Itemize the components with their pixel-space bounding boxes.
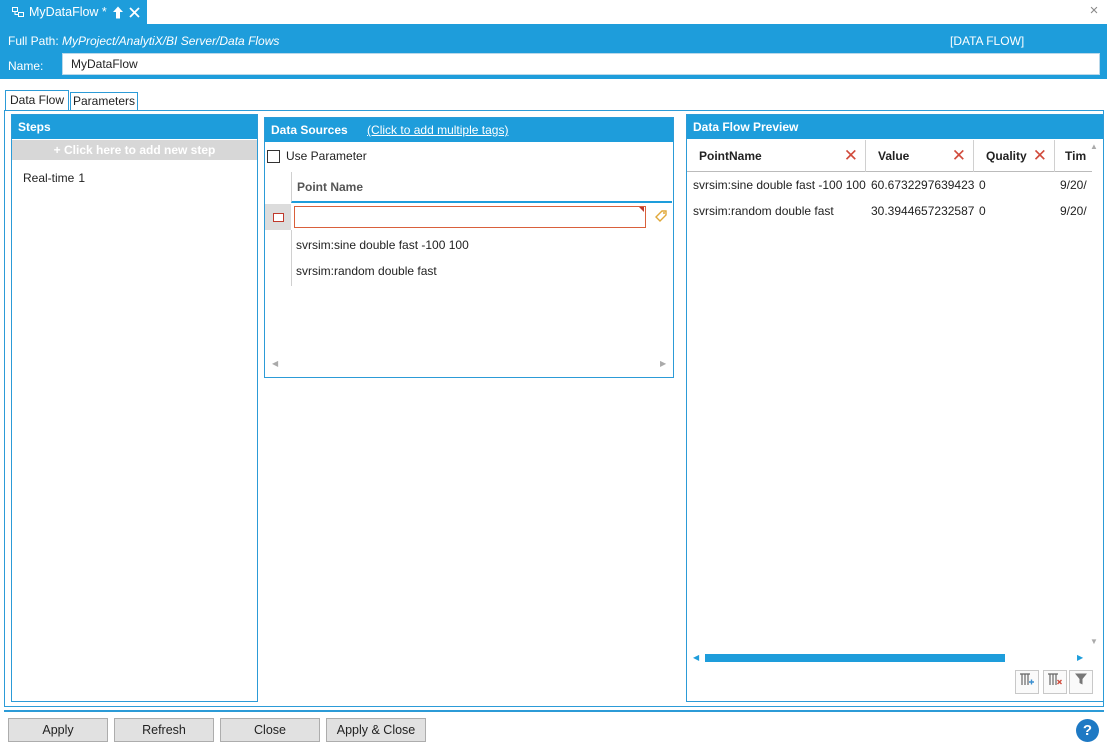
filter-icon — [1075, 673, 1087, 685]
name-label: Name: — [8, 59, 44, 73]
column-header-label: Quality — [986, 149, 1027, 163]
close-icon[interactable] — [129, 6, 140, 18]
type-badge: [DATA FLOW] — [950, 34, 1025, 48]
steps-panel: Steps + Click here to add new step Real-… — [11, 114, 258, 702]
cell-value: 60.6732297639423 — [871, 178, 975, 192]
row-selector-icon[interactable] — [265, 204, 291, 230]
cell-value: 30.3944657232587 — [871, 204, 975, 218]
table-row[interactable]: svrsim:random double fast 30.39446572325… — [687, 198, 1092, 224]
remove-column-icon[interactable]: ✕ — [1033, 140, 1047, 172]
scroll-left-icon[interactable]: ◀ — [693, 653, 699, 662]
cell-time: 9/20/ — [1060, 204, 1087, 218]
steps-title: Steps — [12, 115, 257, 139]
step-count: 1 — [78, 171, 86, 185]
column-header-label: Tim — [1065, 149, 1087, 163]
name-input[interactable] — [62, 53, 1100, 75]
column-header-pointname[interactable]: PointName ✕ — [687, 140, 866, 172]
cell-time: 9/20/ — [1060, 178, 1087, 192]
remove-column-icon[interactable]: ✕ — [844, 140, 858, 172]
tag-browse-icon[interactable] — [654, 209, 668, 223]
apply-close-button[interactable]: Apply & Close — [326, 718, 426, 742]
preview-title: Data Flow Preview — [687, 115, 1103, 139]
remove-column-icon — [1048, 673, 1062, 685]
remove-column-icon[interactable]: ✕ — [952, 140, 966, 172]
remove-column-button[interactable] — [1043, 670, 1067, 694]
point-name-input[interactable] — [294, 206, 646, 228]
point-name-column-header[interactable]: Point Name — [291, 172, 672, 203]
full-path-label: Full Path: — [8, 34, 59, 48]
point-grid: Point Name svrsim:sine double fast -100 … — [265, 172, 673, 352]
data-sources-title: Data Sources — [271, 123, 348, 137]
full-path-value: MyProject/AnalytiX/BI Server/Data Flows — [62, 34, 280, 48]
cell-quality: 0 — [979, 178, 986, 192]
tab-data-flow[interactable]: Data Flow — [5, 90, 69, 111]
footer-divider — [4, 710, 1104, 712]
preview-panel: Data Flow Preview PointName ✕ Value ✕ Qu… — [686, 114, 1104, 702]
cell-quality: 0 — [979, 204, 986, 218]
list-item[interactable]: svrsim:sine double fast -100 100 — [296, 238, 469, 252]
dataflow-icon — [12, 7, 24, 17]
scroll-up-icon[interactable]: ▲ — [1090, 142, 1098, 151]
column-header-value[interactable]: Value ✕ — [866, 140, 974, 172]
step-name: Real-time — [23, 171, 75, 185]
scroll-right-icon[interactable]: ▶ — [1077, 653, 1083, 662]
scroll-right-icon[interactable]: ▶ — [660, 359, 666, 368]
pin-icon[interactable] — [112, 6, 124, 19]
tab-parameters[interactable]: Parameters — [70, 92, 138, 111]
filter-button[interactable] — [1069, 670, 1093, 694]
add-column-button[interactable] — [1015, 670, 1039, 694]
document-tab[interactable]: MyDataFlow * — [0, 0, 147, 24]
list-item[interactable]: svrsim:random double fast — [296, 264, 437, 278]
preview-grid-header: PointName ✕ Value ✕ Quality ✕ Tim — [687, 140, 1092, 172]
cell-pointname: svrsim:sine double fast -100 100 — [693, 178, 866, 192]
use-parameter-row[interactable]: Use Parameter — [267, 149, 367, 163]
use-parameter-checkbox[interactable] — [267, 149, 280, 163]
add-step-button[interactable]: + Click here to add new step — [12, 140, 257, 160]
refresh-button[interactable]: Refresh — [114, 718, 214, 742]
apply-button[interactable]: Apply — [8, 718, 108, 742]
table-row[interactable]: svrsim:sine double fast -100 100 60.6732… — [687, 172, 1092, 198]
horizontal-scrollbar[interactable] — [705, 654, 1005, 662]
data-sources-panel: Data Sources (Click to add multiple tags… — [264, 117, 674, 378]
document-tab-title: MyDataFlow * — [29, 5, 107, 19]
scroll-down-icon[interactable]: ▼ — [1090, 637, 1098, 646]
add-multiple-tags-link[interactable]: (Click to add multiple tags) — [367, 123, 508, 137]
add-column-icon — [1020, 673, 1034, 685]
column-header-label: Value — [878, 149, 910, 163]
document-tab-strip — [0, 0, 1107, 24]
column-header-label: PointName — [699, 149, 762, 163]
validation-corner-icon — [639, 207, 644, 212]
use-parameter-label: Use Parameter — [286, 149, 367, 163]
cell-pointname: svrsim:random double fast — [693, 204, 834, 218]
help-icon[interactable]: ? — [1076, 719, 1099, 742]
close-button[interactable]: Close — [220, 718, 320, 742]
scroll-left-icon[interactable]: ◀ — [272, 359, 278, 368]
header-bar: Full Path: MyProject/AnalytiX/BI Server/… — [0, 24, 1107, 79]
grid-divider — [291, 230, 292, 286]
step-item[interactable]: Real-time 1 — [23, 171, 85, 185]
column-header-quality[interactable]: Quality ✕ — [974, 140, 1055, 172]
data-sources-header: Data Sources (Click to add multiple tags… — [265, 118, 673, 142]
column-header-time[interactable]: Tim — [1055, 140, 1092, 172]
window-close-icon[interactable]: × — [1085, 2, 1103, 20]
